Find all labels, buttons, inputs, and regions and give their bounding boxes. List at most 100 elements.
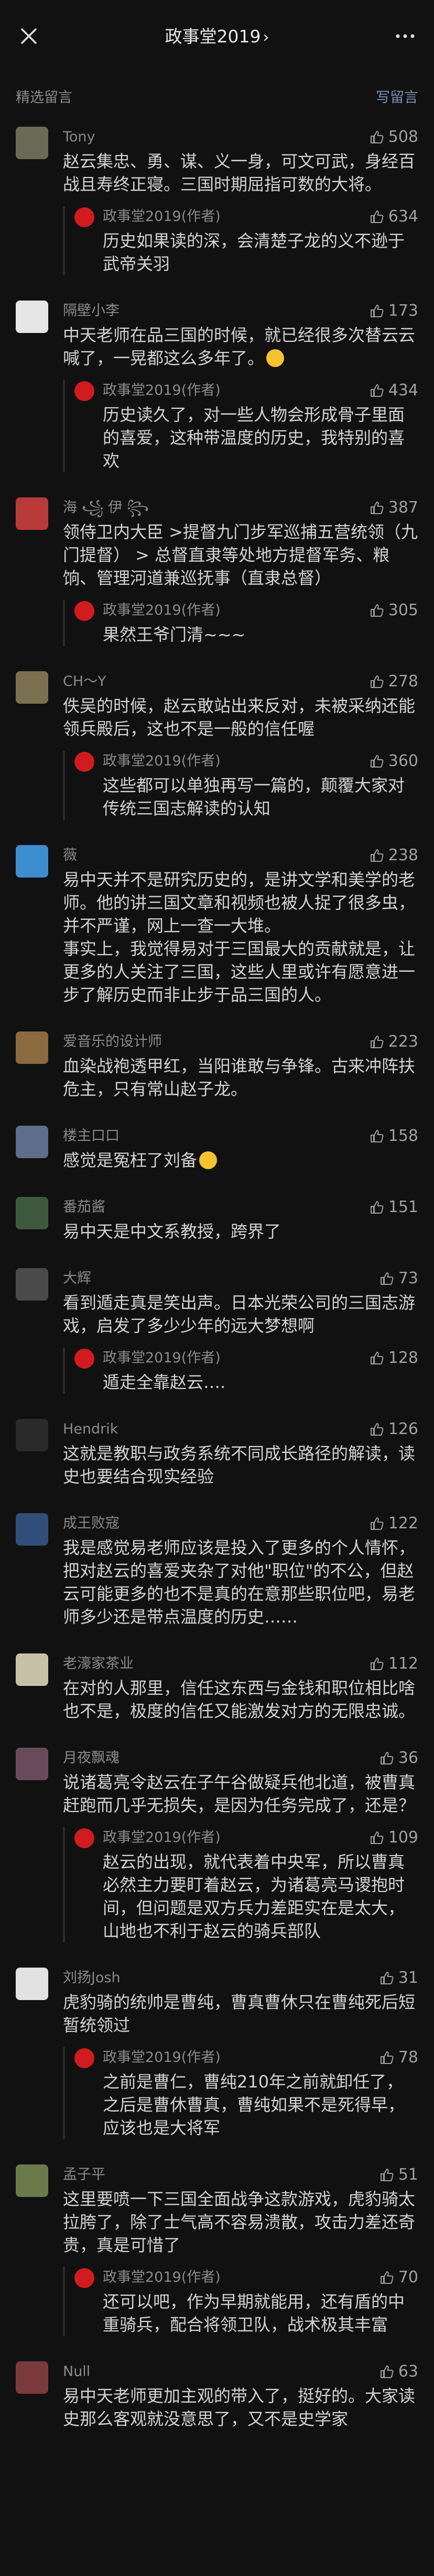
avatar[interactable]: [16, 671, 48, 704]
like-button[interactable]: 63: [379, 2361, 418, 2382]
thumb-up-icon: [370, 1352, 384, 1364]
comment-body: 薇 238 易中天并不是研究历史的，是讲文学和美学的老师。他的讲三国文章和视频也被人…: [63, 845, 418, 1006]
like-button[interactable]: 73: [379, 1268, 418, 1289]
thumb-up-icon: [370, 1658, 384, 1670]
reply-like-button[interactable]: 305: [370, 600, 418, 621]
reply-like-count: 305: [388, 601, 418, 619]
reply-header: 政事堂2019(作者) 128: [74, 1348, 418, 1369]
comment-body: CH～Y 278 佚吴的时候，赵云敢站出来反对，未被采纳还能领兵殿后，这也不是一般的…: [63, 671, 418, 820]
reply-like-button[interactable]: 434: [370, 380, 418, 401]
comment-nickname: 孟子平: [63, 2167, 105, 2183]
like-button[interactable]: 126: [370, 1419, 418, 1440]
like-button[interactable]: 36: [379, 1748, 418, 1769]
like-count: 387: [388, 498, 418, 517]
comment-text-content: 这里要喷一下三国全面战争这款游戏，虎豹骑太拉胯了，除了士气高不容易溃散，攻击力差…: [63, 2189, 416, 2255]
like-count: 122: [388, 1514, 418, 1533]
author-avatar: [74, 1828, 94, 1848]
like-count: 508: [388, 128, 418, 146]
like-button[interactable]: 151: [370, 1197, 418, 1218]
like-button[interactable]: 31: [379, 1968, 418, 1989]
avatar[interactable]: [16, 127, 48, 159]
avatar[interactable]: [16, 2361, 48, 2394]
comment-text: 感觉是冤枉了刘备: [63, 1149, 418, 1172]
comment-list: Tony 508 赵云集忠、勇、谋、义一身，可文可武，身经百战且寿终正寝。三国时期屈…: [0, 127, 434, 2456]
avatar[interactable]: [16, 1031, 48, 1064]
reply-like-button[interactable]: 634: [370, 206, 418, 227]
thumb-up-icon: [380, 2271, 394, 2284]
comment-body: Hendrik 126 这就是教职与政务系统不同成长路径的解读，读史也要结合现实经验: [63, 1419, 418, 1488]
like-count: 63: [398, 2362, 418, 2381]
reply-text: 之前是曹仁，曹纯210年之前就卸任了，之后是曹休曹真，曹纯如果不是死得早，应该也…: [103, 2072, 405, 2138]
like-button[interactable]: 223: [370, 1031, 418, 1052]
avatar[interactable]: [16, 1197, 48, 1229]
reply-like-button[interactable]: 128: [370, 1348, 418, 1369]
section-header: 精选留言 写留言: [0, 80, 434, 111]
comment-nickname: 老濠家茶业: [63, 1656, 134, 1672]
like-count: 151: [388, 1198, 418, 1216]
nav-title-text: 政事堂2019: [165, 26, 261, 47]
write-comment-link[interactable]: 写留言: [376, 86, 418, 106]
comment-item: Tony 508 赵云集忠、勇、谋、义一身，可文可武，身经百战且寿终正寝。三国时期屈…: [0, 127, 434, 275]
avatar[interactable]: [16, 845, 48, 878]
like-count: 112: [388, 1655, 418, 1673]
thumb-up-icon: [370, 755, 384, 768]
avatar[interactable]: [16, 1419, 48, 1451]
comment-text-content: 血染战袍透甲红，当阳谁敢与争锋。古来冲阵扶危主，只有常山赵子龙。: [63, 1056, 416, 1099]
thumb-up-icon: [370, 1517, 384, 1530]
avatar[interactable]: [16, 2164, 48, 2197]
comment-text: 中天老师在品三国的时候，就已经很多次替云云喊了，一晃都这么多年了。: [63, 324, 418, 370]
comment-text: 易中天是中文系教授，跨界了: [63, 1220, 418, 1243]
avatar[interactable]: [16, 1513, 48, 1546]
author-avatar: [74, 752, 94, 772]
author-avatar: [74, 2048, 94, 2068]
like-button[interactable]: 387: [370, 497, 418, 518]
comment-text-content: 感觉是冤枉了刘备: [63, 1150, 198, 1170]
comment-item: CH～Y 278 佚吴的时候，赵云敢站出来反对，未被采纳还能领兵殿后，这也不是一般的…: [0, 671, 434, 820]
reply-like-button[interactable]: 360: [370, 751, 418, 772]
thumb-up-icon: [370, 384, 384, 397]
comment-item: 孟子平 51 这里要喷一下三国全面战争这款游戏，虎豹骑太拉胯了，除了士气高不容易溃散…: [0, 2164, 434, 2336]
thumb-up-icon: [370, 305, 384, 317]
reply-author: 政事堂2019(作者): [103, 1350, 221, 1366]
avatar[interactable]: [16, 497, 48, 530]
reply-author: 政事堂2019(作者): [103, 382, 221, 398]
comment-text-content: 在对的人那里，信任这东西与金钱和职位相比啥也不是，极度的信任又能激发对方的无限忠…: [63, 1678, 416, 1721]
like-count: 278: [388, 672, 418, 691]
like-button[interactable]: 173: [370, 301, 418, 321]
avatar[interactable]: [16, 1126, 48, 1158]
comment-nickname: 隔壁小李: [63, 303, 120, 319]
thumb-up-icon: [380, 2169, 394, 2181]
reply-author: 政事堂2019(作者): [103, 602, 221, 618]
reply-like-count: 70: [398, 2268, 418, 2286]
reply-author: 政事堂2019(作者): [103, 753, 221, 769]
comment-body: 月夜飘魂 36 说诸葛亮令赵云在子午谷做疑兵他北道，被曹真赶跑而几乎无损失，是因为任…: [63, 1748, 418, 1942]
thumb-up-icon: [380, 2051, 394, 2064]
author-reply: 政事堂2019(作者) 70 还可以吧，作为早期就能用，还有盾的中重骑兵，配合将领卫…: [63, 2267, 418, 2336]
reply-text: 还可以吧，作为早期就能用，还有盾的中重骑兵，配合将领卫队，战术极其丰富: [103, 2292, 405, 2335]
avatar[interactable]: [16, 301, 48, 333]
nav-title[interactable]: 政事堂2019 ›: [0, 23, 434, 50]
like-button[interactable]: 51: [379, 2164, 418, 2185]
comment-item: Hendrik 126 这就是教职与政务系统不同成长路径的解读，读史也要结合现实经验: [0, 1419, 434, 1488]
avatar[interactable]: [16, 1268, 48, 1301]
comment-text-content: 佚吴的时候，赵云敢站出来反对，未被采纳还能领兵殿后，这也不是一般的信任喔: [63, 696, 416, 739]
avatar[interactable]: [16, 1653, 48, 1686]
like-button[interactable]: 508: [370, 127, 418, 148]
like-button[interactable]: 112: [370, 1653, 418, 1674]
like-button[interactable]: 238: [370, 845, 418, 866]
avatar[interactable]: [16, 1748, 48, 1780]
comment-item: Null 63 易中天老师更加主观的带入了，挺好的。大家读史那么客观就没意思了，又不…: [0, 2361, 434, 2430]
reply-like-button[interactable]: 78: [379, 2047, 418, 2068]
like-button[interactable]: 122: [370, 1513, 418, 1534]
comment-item: 番茄酱 151 易中天是中文系教授，跨界了: [0, 1197, 434, 1243]
like-button[interactable]: 158: [370, 1126, 418, 1147]
author-avatar: [74, 2268, 94, 2288]
reply-like-button[interactable]: 70: [379, 2267, 418, 2288]
more-icon[interactable]: [392, 24, 418, 48]
comment-nickname: 楼主口口: [63, 1128, 120, 1144]
comment-text: 易中天并不是研究历史的，是讲文学和美学的老师。他的讲三国文章和视频也被人捉了很多…: [63, 868, 418, 1006]
avatar[interactable]: [16, 1968, 48, 2000]
comment-nickname: 薇: [63, 847, 77, 863]
like-button[interactable]: 278: [370, 671, 418, 692]
reply-like-button[interactable]: 109: [370, 1827, 418, 1848]
